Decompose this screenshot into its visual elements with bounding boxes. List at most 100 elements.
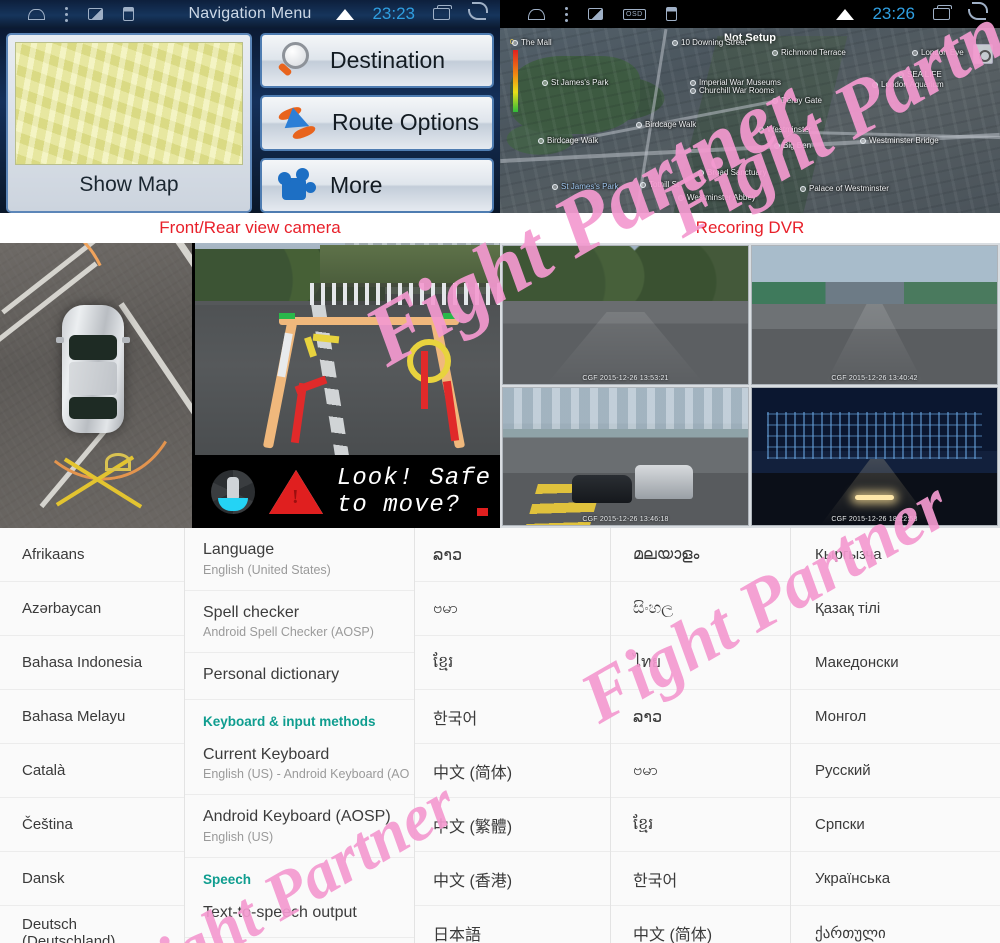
birdseye-view[interactable] — [0, 243, 195, 528]
settings-row[interactable]: Current Keyboard English (US) - Android K… — [185, 733, 414, 796]
dvr-clip-3[interactable]: CGF 2015-12-26 13:46:18 — [502, 386, 749, 526]
recent-apps-icon[interactable] — [933, 5, 952, 20]
language-list-item[interactable]: ဗမာ — [611, 744, 790, 798]
back-icon[interactable] — [968, 1, 988, 20]
language-list-item[interactable]: Azərbaycan — [0, 582, 184, 636]
language-list-column-1[interactable]: Afrikaans Azərbaycan Bahasa Indonesia Bahas… — [0, 528, 185, 943]
route-options-label: Route Options — [332, 109, 480, 136]
clock-right: 23:26 — [872, 4, 915, 23]
language-list-item[interactable]: Қазақ тілі — [791, 582, 1000, 636]
vehicle-in-scene — [635, 464, 694, 499]
language-list-item[interactable]: Čeština — [0, 798, 184, 852]
language-list-item[interactable]: 中文 (简体) — [415, 744, 610, 798]
wifi-icon — [336, 8, 355, 20]
compass-icon[interactable] — [973, 44, 993, 64]
parking-sensor-icon — [211, 469, 255, 514]
language-list-item[interactable]: 日本語 — [415, 906, 610, 943]
map-poi-marker — [774, 142, 780, 149]
language-list-item[interactable]: 中文 (简体) — [611, 906, 790, 943]
hillside-region — [320, 245, 500, 287]
map-poi-marker — [512, 39, 518, 46]
show-map-button[interactable]: Show Map — [6, 33, 252, 213]
map-poi-marker — [690, 87, 696, 94]
recent-apps-icon[interactable] — [433, 5, 452, 20]
language-list-item[interactable]: සිංහල — [611, 582, 790, 636]
language-list-column-5[interactable]: Кыргызча Қазақ тілі Македонски Монгол Русски… — [791, 528, 1000, 943]
rear-view-camera[interactable]: Look! Safe to move? — [195, 243, 500, 528]
language-list-item[interactable]: Deutsch (Deutschland) — [0, 906, 184, 943]
language-list-item[interactable]: മലയാളം — [611, 528, 790, 582]
map-label: Westminster Abbey — [678, 193, 756, 202]
status-bar-left-right-group: 23:23 — [336, 1, 488, 24]
language-list-item[interactable]: ខ្មែរ — [611, 798, 790, 852]
language-list-item[interactable]: Dansk — [0, 852, 184, 906]
sd-card-icon[interactable] — [123, 7, 134, 21]
language-list-column-3[interactable]: ລາວ ဗမာ ខ្មែរ 한국어 中文 (简体) 中文 (繁體) 中文 (香港) 日本語 — [415, 528, 611, 943]
map-label: Broad Sanctuary — [698, 168, 767, 177]
map-preview-thumbnail[interactable] — [15, 42, 243, 165]
language-list-item[interactable]: Монгол — [791, 690, 1000, 744]
settings-row[interactable]: Language English (United States) — [185, 528, 414, 591]
more-button[interactable]: More — [260, 157, 494, 213]
language-list-item[interactable]: ဗမာ — [415, 582, 610, 636]
destination-button[interactable]: Destination — [260, 33, 494, 89]
language-list-item[interactable]: Македонски — [791, 636, 1000, 690]
route-options-button[interactable]: Route Options — [260, 95, 494, 151]
map-poi-marker — [800, 185, 806, 192]
dvr-clip-2[interactable]: CGF 2015-12-26 13:40:42 — [751, 245, 998, 385]
back-icon[interactable] — [468, 1, 488, 20]
map-view-panel[interactable]: 0 Not Setup The Mall 10 Downing Street Ric… — [500, 28, 1000, 213]
language-list-item[interactable]: Bahasa Melayu — [0, 690, 184, 744]
settings-row-subtitle: English (US) — [203, 829, 274, 844]
osd-icon[interactable]: OSD — [623, 8, 646, 20]
settings-row[interactable]: Spell checker Android Spell Checker (AOSP… — [185, 591, 414, 654]
language-list-item[interactable]: Українська — [791, 852, 1000, 906]
caption-row: Front/Rear view camera Recoring DVR — [0, 213, 1000, 243]
language-list-item[interactable]: ไทย — [611, 636, 790, 690]
rear-camera-warning-bar: Look! Safe to move? — [195, 455, 500, 528]
map-poi-marker — [690, 79, 696, 86]
map-label: Churchill War Rooms — [690, 86, 774, 95]
language-list-item[interactable]: Кыргызча — [791, 528, 1000, 582]
screenshot-icon[interactable] — [588, 8, 603, 20]
clock-left: 23:23 — [372, 4, 415, 23]
rear-camera-image — [195, 243, 500, 455]
language-list-column-4[interactable]: മലയാളം සිංහල ไทย ລາວ ဗမာ ខ្មែរ 한국어 中文 (简体) — [611, 528, 791, 943]
dvr-clip-4[interactable]: CGF 2015-12-26 18:22:58 — [751, 386, 998, 526]
language-list-item[interactable]: Српски — [791, 798, 1000, 852]
dvr-panel: CGF 2015-12-26 13:53:21 CGF 2015-12-26 1… — [500, 243, 1000, 528]
screenshot-icon[interactable] — [88, 8, 103, 20]
home-icon[interactable] — [28, 8, 45, 20]
language-list-item[interactable]: ລາວ — [611, 690, 790, 744]
language-list-item[interactable]: Русский — [791, 744, 1000, 798]
status-bar-right-right-group: 23:26 — [836, 1, 988, 24]
language-list-item[interactable]: 한국어 — [415, 690, 610, 744]
dvr-clip-1[interactable]: CGF 2015-12-26 13:53:21 — [502, 245, 749, 385]
map-poi-marker — [636, 121, 642, 128]
settings-row[interactable]: Personal dictionary — [185, 653, 414, 700]
language-list-item[interactable]: Afrikaans — [0, 528, 184, 582]
language-list-item[interactable]: Bahasa Indonesia — [0, 636, 184, 690]
settings-row[interactable]: Android Keyboard (AOSP) English (US) — [185, 795, 414, 858]
safety-warning-text: Look! Safe to move? — [337, 464, 492, 519]
overflow-menu-icon[interactable] — [565, 6, 568, 22]
map-label: St James's Park — [552, 182, 619, 191]
settings-row-title: Spell checker — [203, 603, 300, 621]
settings-column[interactable]: Language English (United States) Spell che… — [185, 528, 415, 943]
language-list-item[interactable]: Català — [0, 744, 184, 798]
language-list-item[interactable]: 中文 (香港) — [415, 852, 610, 906]
overflow-menu-icon[interactable] — [65, 6, 68, 22]
settings-header-keyboard: Keyboard & input methods — [203, 713, 376, 729]
settings-header-speech: Speech — [203, 871, 252, 887]
language-list-item[interactable]: 한국어 — [611, 852, 790, 906]
home-icon[interactable] — [528, 8, 545, 20]
language-list-item[interactable]: 中文 (繁體) — [415, 798, 610, 852]
settings-row-subtitle: English (US) - Android Keyboard (AO — [203, 767, 410, 782]
sd-card-icon[interactable] — [665, 7, 677, 21]
language-list-item[interactable]: ລາວ — [415, 528, 610, 582]
language-list-item[interactable]: ქართული — [791, 906, 1000, 943]
vehicle-overlay-icon — [56, 305, 130, 433]
language-list-item[interactable]: ខ្មែរ — [415, 636, 610, 690]
map-label: SEA LIFE — [898, 70, 942, 79]
settings-row[interactable]: Text-to-speech output — [185, 891, 414, 938]
